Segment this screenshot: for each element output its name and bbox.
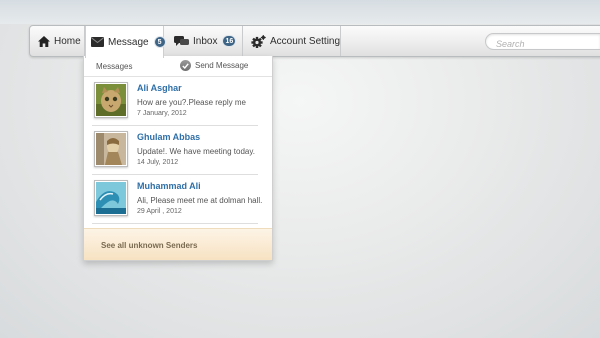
search-input[interactable] bbox=[486, 36, 596, 52]
nav-account-label: Account Setting bbox=[270, 35, 341, 47]
message-date: 29 April , 2012 bbox=[137, 208, 182, 215]
nav-home-label: Home bbox=[54, 35, 81, 47]
message-preview: Update!. We have meeting today. bbox=[137, 147, 255, 156]
message-item[interactable]: Muhammad Ali Ali, Please meet me at dolm… bbox=[92, 175, 262, 224]
home-icon bbox=[38, 35, 50, 47]
dropdown-header: Messages Send Message bbox=[84, 56, 272, 77]
message-count-badge: 5 bbox=[153, 36, 166, 48]
inbox-count-badge: 16 bbox=[222, 35, 237, 47]
dropdown-title: Messages bbox=[96, 62, 133, 71]
check-icon bbox=[180, 60, 191, 71]
nav-message[interactable]: Message 5 bbox=[85, 26, 166, 58]
nav-account-setting[interactable]: Account Setting bbox=[243, 26, 341, 56]
message-item[interactable]: Ghulam Abbas Update!. We have meeting to… bbox=[92, 126, 258, 175]
sender-name[interactable]: Ghulam Abbas bbox=[137, 132, 200, 142]
nav-home[interactable]: Home bbox=[30, 26, 85, 56]
sender-name[interactable]: Muhammad Ali bbox=[137, 181, 201, 191]
gear-icon bbox=[251, 34, 266, 48]
message-item[interactable]: Ali Asghar How are you?.Please reply me … bbox=[92, 77, 258, 126]
chat-bubbles-icon bbox=[174, 35, 189, 47]
sender-name[interactable]: Ali Asghar bbox=[137, 83, 182, 93]
nav-inbox-label: Inbox bbox=[193, 35, 218, 47]
avatar bbox=[94, 82, 128, 118]
envelope-icon bbox=[91, 37, 104, 47]
search-box[interactable] bbox=[485, 33, 600, 52]
message-date: 7 January, 2012 bbox=[137, 110, 187, 117]
message-preview: How are you?.Please reply me bbox=[137, 98, 246, 107]
message-preview: Ali, Please meet me at dolman hall. bbox=[137, 196, 263, 205]
avatar bbox=[94, 131, 128, 167]
nav-message-label: Message bbox=[108, 36, 149, 48]
top-band bbox=[0, 0, 600, 24]
messages-dropdown: Messages Send Message Ali Asghar How are… bbox=[83, 56, 273, 261]
send-message-button[interactable]: Send Message bbox=[180, 60, 248, 71]
avatar bbox=[94, 180, 128, 216]
message-date: 14 July, 2012 bbox=[137, 159, 179, 166]
send-message-label: Send Message bbox=[195, 61, 249, 70]
see-all-unknown-senders-link[interactable]: See all unknown Senders bbox=[84, 228, 272, 260]
nav-inbox[interactable]: Inbox 16 bbox=[164, 26, 243, 56]
